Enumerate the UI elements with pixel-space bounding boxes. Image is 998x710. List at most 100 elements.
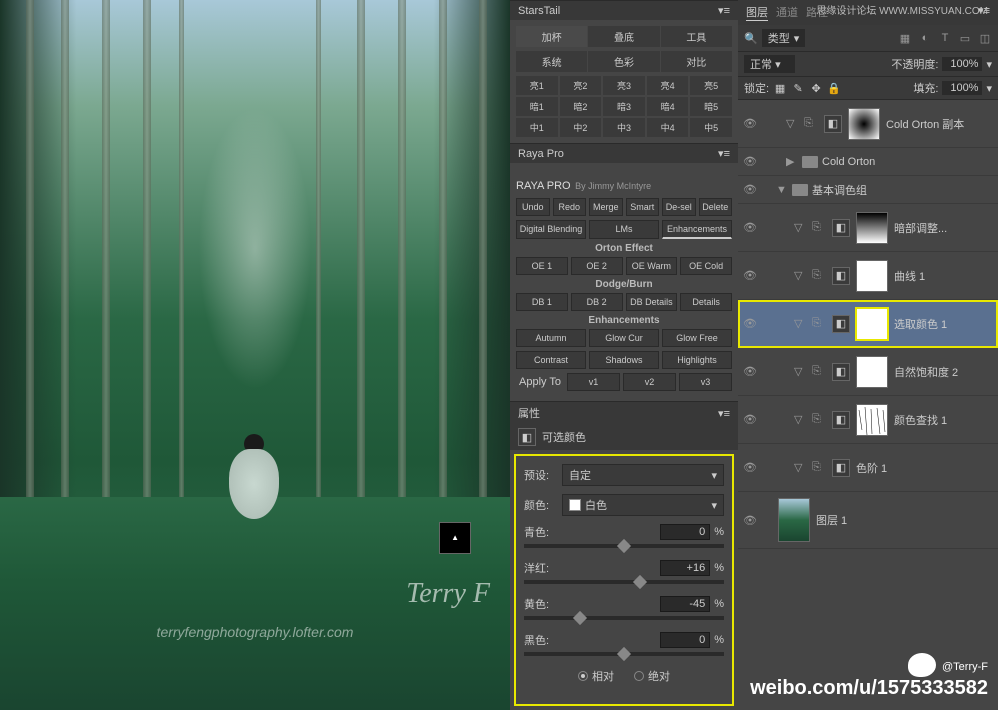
raya-button[interactable]: DB Details bbox=[626, 293, 678, 311]
lock-all-icon[interactable]: 🔒 bbox=[827, 81, 841, 95]
link-icon[interactable]: ⎘ bbox=[812, 269, 826, 282]
stars-cell[interactable]: 亮5 bbox=[690, 76, 732, 95]
adjustment-icon[interactable]: ◧ bbox=[832, 219, 850, 237]
disclosure-icon[interactable]: ▽ bbox=[794, 317, 806, 330]
slider-thumb[interactable] bbox=[573, 611, 587, 625]
color-select[interactable]: 白色▾ bbox=[562, 494, 724, 516]
layer-row[interactable]: 👁 ▼ 基本调色组 bbox=[738, 176, 998, 204]
preset-select[interactable]: 自定▾ bbox=[562, 464, 724, 486]
visibility-icon[interactable]: 👁 bbox=[742, 183, 758, 196]
layer-name[interactable]: 选取颜色 1 bbox=[894, 316, 994, 332]
lock-position-icon[interactable]: ✥ bbox=[809, 81, 823, 95]
link-icon[interactable]: ⎘ bbox=[804, 117, 818, 130]
filter-pixel-icon[interactable]: ▦ bbox=[898, 31, 912, 45]
filter-smart-icon[interactable]: ◫ bbox=[978, 31, 992, 45]
layer-row[interactable]: 👁 ▽ ⎘ ◧ 颜色查找 1 bbox=[738, 396, 998, 444]
visibility-icon[interactable]: 👁 bbox=[742, 117, 758, 130]
adjustment-icon[interactable]: ◧ bbox=[832, 459, 850, 477]
raya-button[interactable]: Redo bbox=[553, 198, 587, 216]
layer-mask[interactable] bbox=[856, 260, 888, 292]
opacity-input[interactable]: 100% bbox=[942, 57, 982, 71]
raya-button[interactable]: OE Warm bbox=[626, 257, 678, 275]
layer-row[interactable]: 👁 ▶ Cold Orton bbox=[738, 148, 998, 176]
layers-tab[interactable]: 图层 bbox=[746, 4, 768, 21]
layer-mask[interactable] bbox=[856, 356, 888, 388]
raya-button[interactable]: Shadows bbox=[589, 351, 659, 369]
stars-cell[interactable]: 中1 bbox=[516, 118, 558, 137]
blend-mode-select[interactable]: 正常 ▾ bbox=[744, 55, 795, 73]
link-icon[interactable]: ⎘ bbox=[812, 221, 826, 234]
raya-button[interactable]: Autumn bbox=[516, 329, 586, 347]
stars-cell[interactable]: 亮4 bbox=[647, 76, 689, 95]
disclosure-icon[interactable]: ▽ bbox=[786, 117, 798, 130]
layer-thumbnail[interactable] bbox=[778, 498, 810, 542]
stars-cell[interactable]: 暗2 bbox=[560, 97, 602, 116]
slider-thumb[interactable] bbox=[633, 575, 647, 589]
stars-cell[interactable]: 中4 bbox=[647, 118, 689, 137]
visibility-icon[interactable]: 👁 bbox=[742, 155, 758, 168]
disclosure-icon[interactable]: ▽ bbox=[794, 221, 806, 234]
layer-row[interactable]: 👁 ▽ ⎘ ◧ 暗部调整... bbox=[738, 204, 998, 252]
slider-value[interactable]: +16 bbox=[660, 560, 710, 576]
stars-tab[interactable]: 加杯 bbox=[516, 26, 587, 47]
adjustment-icon[interactable]: ◧ bbox=[832, 267, 850, 285]
adjustment-icon[interactable]: ◧ bbox=[824, 115, 842, 133]
stars-cell[interactable]: 亮1 bbox=[516, 76, 558, 95]
layer-name[interactable]: 基本调色组 bbox=[812, 182, 994, 198]
stars-cell[interactable]: 亮2 bbox=[560, 76, 602, 95]
visibility-icon[interactable]: 👁 bbox=[742, 317, 758, 330]
panel-menu-icon[interactable]: ▾≡ bbox=[718, 147, 730, 160]
visibility-icon[interactable]: 👁 bbox=[742, 461, 758, 474]
stars-tab[interactable]: 工具 bbox=[661, 26, 732, 47]
slider-value[interactable]: 0 bbox=[660, 632, 710, 648]
raya-button[interactable]: Glow Free bbox=[662, 329, 732, 347]
relative-radio[interactable]: 相对 bbox=[578, 668, 614, 684]
channels-tab[interactable]: 通道 bbox=[776, 4, 798, 21]
link-icon[interactable]: ⎘ bbox=[812, 413, 826, 426]
layer-mask[interactable] bbox=[856, 404, 888, 436]
adjustment-icon[interactable]: ◧ bbox=[832, 411, 850, 429]
filter-type-select[interactable]: 类型▾ bbox=[762, 29, 806, 47]
layer-name[interactable]: 图层 1 bbox=[816, 512, 994, 528]
stars-tab[interactable]: 叠底 bbox=[588, 26, 659, 47]
raya-button[interactable]: Undo bbox=[516, 198, 550, 216]
slider-thumb[interactable] bbox=[617, 539, 631, 553]
layer-name[interactable]: Cold Orton 副本 bbox=[886, 116, 994, 132]
layer-row[interactable]: 👁 图层 1 bbox=[738, 492, 998, 549]
visibility-icon[interactable]: 👁 bbox=[742, 269, 758, 282]
layer-mask[interactable] bbox=[856, 212, 888, 244]
adjustment-type-icon[interactable]: ◧ bbox=[518, 428, 536, 446]
panel-menu-icon[interactable]: ▾≡ bbox=[718, 407, 730, 420]
layer-name[interactable]: 自然饱和度 2 bbox=[894, 364, 994, 380]
slider-track[interactable] bbox=[524, 652, 724, 656]
disclosure-icon[interactable]: ▽ bbox=[794, 365, 806, 378]
raya-button[interactable]: DB 1 bbox=[516, 293, 568, 311]
stars-cell[interactable]: 暗3 bbox=[603, 97, 645, 116]
disclosure-icon[interactable]: ▽ bbox=[794, 461, 806, 474]
link-icon[interactable]: ⎘ bbox=[812, 365, 826, 378]
raya-button[interactable]: Delete bbox=[699, 198, 733, 216]
raya-button[interactable]: Glow Cur bbox=[589, 329, 659, 347]
filter-type-icon[interactable]: T bbox=[938, 31, 952, 45]
stars-tab[interactable]: 对比 bbox=[661, 51, 732, 72]
visibility-icon[interactable]: 👁 bbox=[742, 221, 758, 234]
stars-cell[interactable]: 中2 bbox=[560, 118, 602, 137]
layer-mask[interactable] bbox=[856, 308, 888, 340]
panel-menu-icon[interactable]: ▾≡ bbox=[718, 4, 730, 17]
layer-row[interactable]: 👁 ▽ ⎘ ◧ ▲ 色阶 1 bbox=[738, 444, 998, 492]
disclosure-icon[interactable]: ▶ bbox=[786, 155, 798, 168]
link-icon[interactable]: ⎘ bbox=[812, 317, 826, 330]
visibility-icon[interactable]: 👁 bbox=[742, 413, 758, 426]
fill-input[interactable]: 100% bbox=[942, 81, 982, 95]
apply-opt[interactable]: v2 bbox=[623, 373, 676, 391]
layer-row[interactable]: 👁 ▽ ⎘ ◧ 曲线 1 bbox=[738, 252, 998, 300]
raya-button[interactable]: DB 2 bbox=[571, 293, 623, 311]
stars-cell[interactable]: 亮3 bbox=[603, 76, 645, 95]
raya-button[interactable]: Enhancements bbox=[662, 220, 732, 239]
slider-thumb[interactable] bbox=[617, 647, 631, 661]
dropdown-icon[interactable]: ▾ bbox=[986, 58, 992, 71]
raya-button[interactable]: LMs bbox=[589, 220, 659, 239]
layer-name[interactable]: 曲线 1 bbox=[894, 268, 994, 284]
disclosure-icon[interactable]: ▽ bbox=[794, 269, 806, 282]
visibility-icon[interactable]: 👁 bbox=[742, 514, 758, 527]
